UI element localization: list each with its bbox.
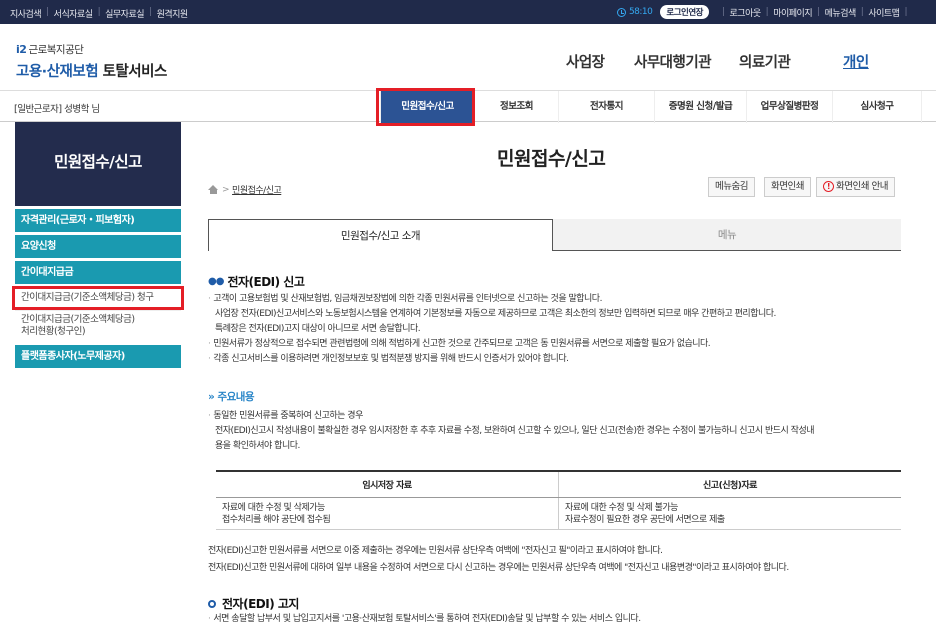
side-item-qualification[interactable]: 자격관리(근로자・피보험자) <box>15 208 181 232</box>
note-line: 전자(EDI)신고한 민원서류에 대하여 일부 내용을 수정하여 서면으로 다시… <box>208 563 789 573</box>
breadcrumb: > 민원접수/신고 <box>208 183 282 196</box>
branch-search-link[interactable]: 지사검색 <box>10 7 42 20</box>
note-line: 전자(EDI)신고한 민원서류를 서면으로 이중 제출하는 경우에는 민원서류 … <box>208 546 663 556</box>
notice-description: · 서면 송달할 납부서 및 납입고지서를 '고용·산재보험 토탈서비스'를 통하… <box>208 614 641 624</box>
breadcrumb-link[interactable]: 민원접수/신고 <box>232 183 282 196</box>
user-name: [일반근로자] 성병학 님 <box>14 104 100 115</box>
edi-line: 고객이 고용보험법 및 산재보험법, 임금채권보장법에 의한 각종 민원서류를 … <box>213 294 602 304</box>
gnav-personal[interactable]: 개인 <box>843 51 869 72</box>
top-utility-bar: 지사검색 | 서식자료실 | 실무자료실 | 원격지원 58:10 로그인연장 | 로그… <box>0 0 936 24</box>
kcomwel-logo-icon: ı̇2 <box>16 43 27 56</box>
print-guide-label: 화면인쇄 안내 <box>836 181 888 192</box>
chevron-double-right-icon: » <box>208 391 215 403</box>
table-cell-text: 자료수정이 필요한 경우 공단에 서면으로 제출 <box>565 514 725 525</box>
menu-search-link[interactable]: 메뉴검색 <box>825 6 857 19</box>
side-nav-title: 민원접수/신고 <box>15 122 181 206</box>
section-heading-edi-text: 전자(EDI) 신고 <box>227 275 305 289</box>
session-timer: 58:10 <box>616 7 653 17</box>
remote-support-link[interactable]: 원격지원 <box>157 7 189 20</box>
clock-icon <box>616 7 626 17</box>
section-heading-edi: ●● 전자(EDI) 신고 <box>208 273 305 290</box>
edi-notes: 전자(EDI)신고한 민원서류를 서면으로 이중 제출하는 경우에는 민원서류 … <box>208 543 908 577</box>
logo-brand: 고용·산재보험 <box>16 64 99 80</box>
side-sub-status[interactable]: 간이대지급금(기준소액체당금) 처리현황(청구인) <box>15 310 181 344</box>
logout-link[interactable]: 로그아웃 <box>730 6 762 19</box>
key-line: 전자(EDI)신고시 작성내용이 불확실한 경우 임시저장한 후 추후 자료를 … <box>215 426 815 436</box>
edi-line: 특례장은 전자(EDI)고지 대상이 아니므로 서면 송달합니다. <box>215 324 421 334</box>
notice-line: 서면 송달할 납부서 및 납입고지서를 '고용·산재보험 토탈서비스'를 통하여… <box>213 614 641 624</box>
comparison-table: 임시저장 자료 신고(신청)자료 자료에 대한 수정 및 삭제가능 접수처리를 해야… <box>216 470 901 530</box>
menu-tab-notice[interactable]: 전자통지 <box>558 91 654 123</box>
side-sub-status-l1: 간이대지급금(기준소액체당금) <box>21 314 135 325</box>
sitemap-link[interactable]: 사이트맵 <box>868 6 900 19</box>
section-heading-notice-text: 전자(EDI) 고지 <box>222 597 299 611</box>
edi-description: · 고객이 고용보험법 및 산재보험법, 임금채권보장법에 의한 각종 민원서류를… <box>208 294 776 364</box>
top-right-links: 58:10 로그인연장 | 로그아웃 | 마이페이지 | 메뉴검색 | 사이트맵 | <box>616 5 912 19</box>
edi-line: 각종 신고서비스를 이용하려면 개인정보보호 및 법적분쟁 방지를 위해 반드시… <box>213 354 569 364</box>
mypage-link[interactable]: 마이페이지 <box>773 6 812 19</box>
side-nav: 민원접수/신고 자격관리(근로자・피보험자) 요양신청 간이대지급금 간이대지급… <box>15 122 181 368</box>
highlight-box <box>376 88 475 126</box>
menu-tab-disease[interactable]: 업무상질병판정 <box>746 91 832 123</box>
edi-line: 사업장 전자(EDI)신고서비스와 노동보험시스템을 연계하여 기본정보를 자동… <box>215 309 776 319</box>
alert-icon: ! <box>823 181 834 192</box>
practice-library-link[interactable]: 실무자료실 <box>105 7 144 20</box>
subsection-heading-text: 주요내용 <box>217 391 255 403</box>
table-cell: 자료에 대한 수정 및 삭제가능 접수처리를 해야 공단에 접수됨 <box>216 497 559 530</box>
print-guide-button[interactable]: ! 화면인쇄 안내 <box>816 177 895 197</box>
gnav-workplace[interactable]: 사업장 <box>566 51 605 72</box>
bullet-dots-icon: ●● <box>208 276 224 287</box>
print-button[interactable]: 화면인쇄 <box>764 177 811 197</box>
logo-org-name: 근로복지공단 <box>28 44 84 56</box>
page-title: 민원접수/신고 <box>497 148 606 170</box>
tab-menu[interactable]: 메뉴 <box>553 219 901 251</box>
side-item-platform[interactable]: 플랫폼종사자(노무제공자) <box>15 344 181 368</box>
table-cell: 자료에 대한 수정 및 삭제 불가능 자료수정이 필요한 경우 공단에 서면으로 … <box>558 497 901 530</box>
timer-value: 58:10 <box>628 7 653 17</box>
side-item-medical-care[interactable]: 요양신청 <box>15 234 181 258</box>
menu-tab-certificate[interactable]: 증명원 신청/발급 <box>654 91 746 123</box>
highlight-box <box>12 286 184 310</box>
gnav-agency[interactable]: 사무대행기관 <box>634 51 712 72</box>
site-logo[interactable]: ı̇2 근로복지공단 고용·산재보험 토탈서비스 <box>16 42 167 81</box>
ring-bullet-icon <box>208 599 216 608</box>
key-line: 동일한 민원서류를 중복하여 신고하는 경우 <box>213 411 363 421</box>
side-sub-status-l2: 처리현황(청구인) <box>21 326 86 337</box>
section-heading-notice: 전자(EDI) 고지 <box>208 595 299 612</box>
hide-menu-button[interactable]: 메뉴숨김 <box>708 177 755 197</box>
home-icon[interactable] <box>208 185 219 194</box>
table-header: 신고(신청)자료 <box>558 471 901 498</box>
forms-library-link[interactable]: 서식자료실 <box>54 7 93 20</box>
login-extend-button[interactable]: 로그인연장 <box>660 5 709 19</box>
top-left-links: 지사검색 | 서식자료실 | 실무자료실 | 원격지원 <box>10 7 188 20</box>
menu-tab-appeal[interactable]: 심사청구 <box>832 91 922 123</box>
key-content: · 동일한 민원서류를 중복하여 신고하는 경우 전자(EDI)신고시 작성내용이… <box>208 411 815 451</box>
edi-line: 민원서류가 정상적으로 접수되면 관련법령에 의해 적법하게 신고한 것으로 간… <box>213 339 711 349</box>
table-cell-text: 접수처리를 해야 공단에 접수됨 <box>222 514 331 525</box>
logo-service: 토탈서비스 <box>102 64 168 80</box>
table-header-row: 임시저장 자료 신고(신청)자료 <box>216 471 901 498</box>
key-line: 용을 확인하셔야 합니다. <box>215 441 300 451</box>
table-header: 임시저장 자료 <box>216 471 559 498</box>
menu-tab-info[interactable]: 정보조회 <box>474 91 558 123</box>
gnav-medical[interactable]: 의료기관 <box>739 51 791 72</box>
table-cell-text: 자료에 대한 수정 및 삭제가능 <box>222 502 325 513</box>
table-cell-text: 자료에 대한 수정 및 삭제 불가능 <box>565 502 678 513</box>
side-item-simple-payment[interactable]: 간이대지급금 <box>15 260 181 284</box>
tab-intro[interactable]: 민원접수/신고 소개 <box>208 219 553 251</box>
subsection-heading: » 주요내용 <box>208 389 255 404</box>
table-row: 자료에 대한 수정 및 삭제가능 접수처리를 해야 공단에 접수됨 자료에 대한 … <box>216 497 901 530</box>
